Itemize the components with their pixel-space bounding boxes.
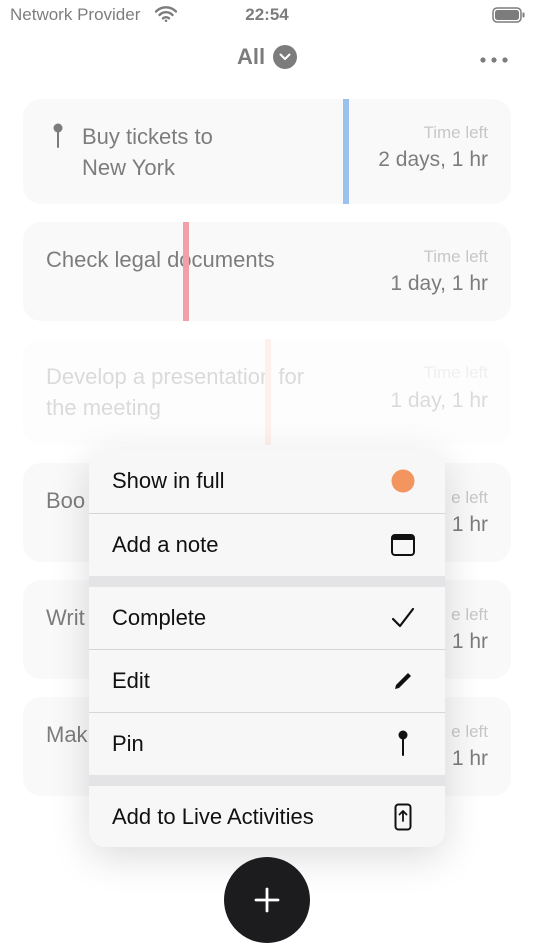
menu-section-separator <box>89 775 445 786</box>
pencil-icon <box>389 667 417 695</box>
pin-icon <box>389 730 417 758</box>
menu-item-add-note[interactable]: Add a note <box>89 514 445 576</box>
context-menu: Show in full Add a note Complete Edit Pi… <box>89 450 445 847</box>
orange-dot-icon <box>389 467 417 495</box>
menu-item-edit[interactable]: Edit <box>89 650 445 712</box>
menu-item-label: Pin <box>112 731 144 756</box>
plus-icon <box>254 887 280 913</box>
menu-item-label: Show in full <box>112 468 225 493</box>
menu-item-complete[interactable]: Complete <box>89 587 445 649</box>
menu-item-label: Add a note <box>112 532 219 557</box>
add-task-button[interactable] <box>224 857 310 943</box>
checkmark-icon <box>389 604 417 632</box>
menu-item-label: Edit <box>112 668 150 693</box>
menu-item-label: Complete <box>112 605 207 630</box>
menu-item-pin[interactable]: Pin <box>89 713 445 775</box>
menu-item-show-in-full[interactable]: Show in full <box>89 450 445 512</box>
menu-section-separator <box>89 576 445 587</box>
note-window-icon <box>389 531 417 559</box>
live-activity-icon <box>389 803 417 831</box>
menu-item-label: Add to Live Activities <box>112 804 314 829</box>
menu-item-live-activities[interactable]: Add to Live Activities <box>89 786 445 847</box>
